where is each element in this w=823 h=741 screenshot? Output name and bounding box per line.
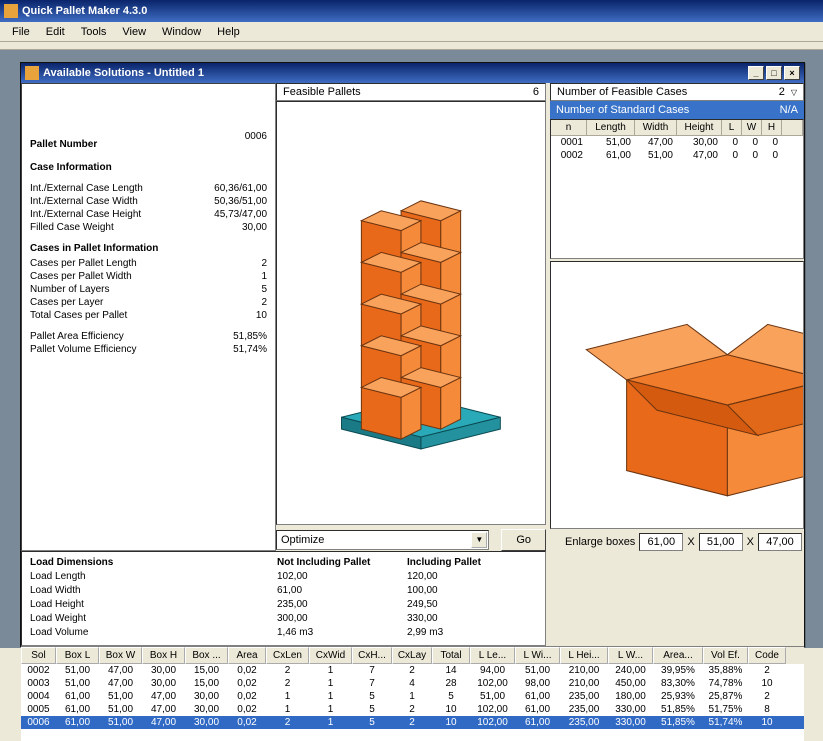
app-title: Quick Pallet Maker 4.3.0 — [22, 5, 147, 17]
menu-edit[interactable]: Edit — [38, 24, 73, 40]
cases-col-Height[interactable]: Height — [677, 120, 722, 135]
box-svg — [551, 262, 803, 528]
go-button[interactable]: Go — [501, 529, 546, 551]
grid-col[interactable]: L Wi... — [515, 647, 560, 664]
pallet-view-panel: Feasible Pallets 6 — [276, 83, 546, 551]
enlarge-row: Enlarge boxes X X — [550, 529, 804, 551]
cases-row[interactable]: 000151,0047,0030,00000 — [551, 136, 803, 149]
chevron-down-icon[interactable]: ▼ — [471, 532, 487, 548]
menubar: File Edit Tools View Window Help — [0, 22, 823, 42]
close-button[interactable]: × — [784, 66, 800, 80]
standard-cases-header: Number of Standard Cases N/A — [550, 101, 804, 119]
optimize-combo[interactable]: Optimize ▼ — [276, 530, 489, 550]
grid-col[interactable]: Box W — [99, 647, 142, 664]
grid-row[interactable]: 000251,0047,0030,0015,000,0221721494,005… — [21, 664, 804, 677]
cases-col-L[interactable]: L — [722, 120, 742, 135]
window-icon — [25, 66, 39, 80]
grid-col[interactable]: L Le... — [470, 647, 515, 664]
pallet-3d-view[interactable] — [276, 101, 546, 525]
toolbar — [0, 42, 823, 50]
grid-col[interactable]: Sol — [21, 647, 56, 664]
case-info-header: Case Information — [30, 161, 267, 174]
maximize-button[interactable]: □ — [766, 66, 782, 80]
grid-col[interactable]: L W... — [608, 647, 653, 664]
cases-col-W[interactable]: W — [742, 120, 762, 135]
grid-col[interactable]: Box H — [142, 647, 185, 664]
menu-file[interactable]: File — [4, 24, 38, 40]
pallet-number-label: Pallet Number — [30, 138, 97, 151]
info-panel: Pallet Number0006 Case Information Int./… — [21, 83, 276, 551]
grid-row[interactable]: 000661,0051,0047,0030,000,02215210102,00… — [21, 716, 804, 729]
grid-col[interactable]: CxH... — [352, 647, 392, 664]
grid-col[interactable]: Total — [432, 647, 470, 664]
child-titlebar: Available Solutions - Untitled 1 _ □ × — [21, 63, 804, 83]
cases-col-H[interactable]: H — [762, 120, 782, 135]
grid-col[interactable]: Box L — [56, 647, 99, 664]
grid-col[interactable]: CxLen — [266, 647, 309, 664]
menu-help[interactable]: Help — [209, 24, 248, 40]
menu-tools[interactable]: Tools — [73, 24, 115, 40]
app-icon — [4, 4, 18, 18]
grid-col[interactable]: Vol Ef. — [703, 647, 748, 664]
enlarge-width-input[interactable] — [699, 533, 743, 551]
menu-window[interactable]: Window — [154, 24, 209, 40]
minimize-button[interactable]: _ — [748, 66, 764, 80]
enlarge-length-input[interactable] — [639, 533, 683, 551]
grid-col[interactable]: Box ... — [185, 647, 228, 664]
cases-row[interactable]: 000261,0051,0047,00000 — [551, 149, 803, 162]
load-panel: Load Dimensions Load Length Load Width L… — [21, 551, 546, 646]
pallet-svg — [277, 102, 545, 524]
cases-table[interactable]: nLengthWidthHeightLWH 000151,0047,0030,0… — [550, 119, 804, 259]
grid-col[interactable]: Area — [228, 647, 266, 664]
mdi-workspace: Available Solutions - Untitled 1 _ □ × P… — [0, 50, 823, 648]
solutions-window: Available Solutions - Untitled 1 _ □ × P… — [20, 62, 805, 647]
grid-row[interactable]: 000351,0047,0030,0015,000,02217428102,00… — [21, 677, 804, 690]
cases-col-Length[interactable]: Length — [587, 120, 635, 135]
grid-col[interactable]: CxWid — [309, 647, 352, 664]
solutions-grid[interactable]: SolBox LBox WBox HBox ...AreaCxLenCxWidC… — [21, 646, 804, 741]
main-titlebar: Quick Pallet Maker 4.3.0 — [0, 0, 823, 22]
menu-view[interactable]: View — [114, 24, 154, 40]
enlarge-height-input[interactable] — [758, 533, 802, 551]
feasible-cases-header: Number of Feasible Cases 2 ▽ — [550, 83, 804, 101]
grid-row[interactable]: 000461,0051,0047,0030,000,021151551,0061… — [21, 690, 804, 703]
grid-col[interactable]: L Hei... — [560, 647, 608, 664]
cases-panel: Number of Feasible Cases 2 ▽ Number of S… — [550, 83, 804, 551]
enlarge-label: Enlarge boxes — [565, 536, 635, 548]
child-title: Available Solutions - Untitled 1 — [43, 67, 204, 79]
grid-col[interactable]: Area... — [653, 647, 703, 664]
cases-col-Width[interactable]: Width — [635, 120, 677, 135]
dropdown-icon[interactable]: ▽ — [791, 88, 797, 97]
pallet-info-header: Cases in Pallet Information — [30, 242, 267, 255]
grid-col[interactable]: CxLay — [392, 647, 432, 664]
pallet-number-value: 0006 — [197, 130, 267, 153]
grid-col[interactable]: Code — [748, 647, 786, 664]
cases-col-n[interactable]: n — [551, 120, 587, 135]
feasible-header: Feasible Pallets 6 — [276, 83, 546, 101]
grid-row[interactable]: 000561,0051,0047,0030,000,02115210102,00… — [21, 703, 804, 716]
box-3d-view[interactable] — [550, 261, 804, 529]
